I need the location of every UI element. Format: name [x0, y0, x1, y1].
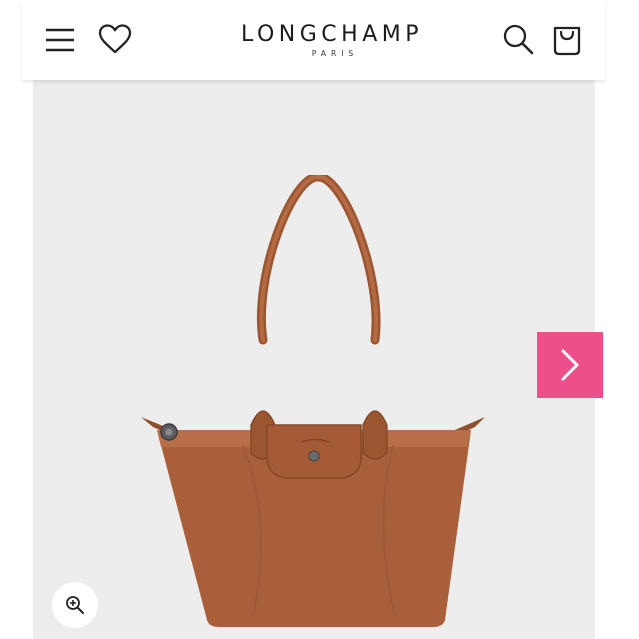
site-header: LONGCHAMP PARIS	[22, 0, 605, 80]
wishlist-button[interactable]	[96, 20, 134, 58]
brand-logo[interactable]: LONGCHAMP PARIS	[212, 22, 452, 59]
product-image-gallery[interactable]	[33, 80, 595, 639]
zoom-in-icon	[66, 596, 84, 614]
search-icon	[503, 24, 534, 55]
heart-icon	[98, 24, 132, 54]
search-button[interactable]	[500, 20, 536, 58]
brand-subtitle: PARIS	[311, 49, 359, 58]
menu-button[interactable]	[42, 22, 78, 58]
zoom-button[interactable]	[52, 582, 98, 628]
cart-button[interactable]	[548, 19, 586, 59]
chevron-right-icon	[561, 349, 579, 381]
next-image-button[interactable]	[537, 332, 603, 398]
tote-bag-product-image	[141, 175, 485, 627]
hamburger-menu-icon	[46, 28, 74, 52]
brand-name: LONGCHAMP	[241, 22, 423, 47]
shopping-bag-icon	[553, 26, 581, 56]
